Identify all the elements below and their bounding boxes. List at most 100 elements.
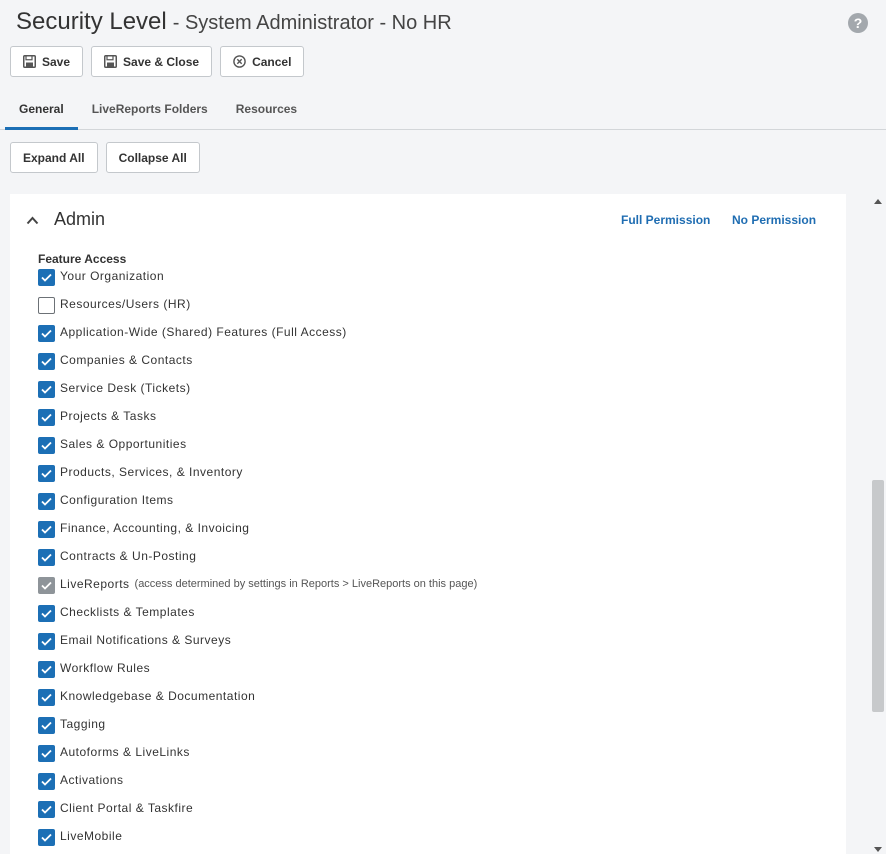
chevron-up-icon[interactable] [26,212,39,230]
feature-checkbox[interactable] [38,801,55,818]
checkmark-icon [41,805,52,814]
feature-checkbox[interactable] [38,745,55,762]
feature-access-item: Sales & Opportunities [38,437,838,465]
feature-label: Application-Wide (Shared) Features (Full… [60,325,347,339]
feature-label: Finance, Accounting, & Invoicing [60,521,250,535]
page-title: Security Level [16,8,167,35]
feature-access-item: Contracts & Un-Posting [38,549,838,577]
feature-checkbox[interactable] [38,661,55,678]
feature-label: Email Notifications & Surveys [60,633,232,647]
checkmark-icon [41,357,52,366]
cancel-button[interactable]: Cancel [220,46,305,77]
feature-access-item: Products, Services, & Inventory [38,465,838,493]
checkmark-icon [41,749,52,758]
admin-section-header: Admin Full Permission No Permission [10,194,846,242]
feature-label: Sales & Opportunities [60,437,187,451]
feature-checkbox[interactable] [38,493,55,510]
scrollbar-thumb[interactable] [872,480,884,712]
feature-checkbox[interactable] [38,521,55,538]
feature-access-item: Resources/Users (HR) [38,297,838,325]
feature-access-list: Your Organization Resources/Users (HR) App… [38,269,838,854]
feature-checkbox[interactable] [38,269,55,286]
feature-checkbox[interactable] [38,465,55,482]
feature-label: Products, Services, & Inventory [60,465,243,479]
feature-checkbox[interactable] [38,297,55,314]
feature-access-item: LiveMobile [38,829,838,854]
feature-label: LiveReports [60,577,130,591]
feature-note: (access determined by settings in Report… [134,578,478,590]
checkmark-icon [41,665,52,674]
feature-checkbox[interactable] [38,689,55,706]
feature-access-item: Tagging [38,717,838,745]
feature-label: Configuration Items [60,493,174,507]
checkmark-icon [41,413,52,422]
save-close-button[interactable]: Save & Close [91,46,213,77]
feature-access-item: Service Desk (Tickets) [38,381,838,409]
save-button[interactable]: Save [10,46,84,77]
feature-checkbox[interactable] [38,633,55,650]
save-button-label: Save [42,54,71,69]
feature-label: Service Desk (Tickets) [60,381,191,395]
page-title-bar: Security Level - System Administrator - … [16,8,452,38]
checkmark-icon [41,441,52,450]
feature-label: LiveMobile [60,829,123,843]
collapse-all-button[interactable]: Collapse All [105,142,200,173]
feature-label: Workflow Rules [60,661,151,675]
checkmark-icon [41,525,52,534]
circle-x-icon [233,55,246,68]
expand-collapse-controls: Expand All Collapse All [10,142,200,173]
feature-access-item: Your Organization [38,269,838,297]
section-title: Admin [54,209,106,229]
no-permission-link[interactable]: No Permission [732,213,816,227]
feature-label: Companies & Contacts [60,353,193,367]
feature-label: Your Organization [60,269,165,283]
feature-access-item: Autoforms & LiveLinks [38,745,838,773]
feature-label: Resources/Users (HR) [60,297,191,311]
feature-label: Tagging [60,717,106,731]
feature-checkbox[interactable] [38,549,55,566]
feature-access-item: Configuration Items [38,493,838,521]
feature-checkbox[interactable] [38,605,55,622]
feature-checkbox[interactable] [38,773,55,790]
floppy-disk-icon [23,55,36,68]
checkmark-icon [41,273,52,282]
tab-livereports-folders[interactable]: LiveReports Folders [78,94,222,130]
feature-access-item: LiveReports (access determined by setting… [38,577,838,605]
feature-access-item: Email Notifications & Surveys [38,633,838,661]
feature-checkbox[interactable] [38,717,55,734]
tab-resources[interactable]: Resources [222,94,311,130]
scroll-down-arrow-icon[interactable] [874,840,882,854]
feature-label: Activations [60,773,124,787]
feature-checkbox[interactable] [38,381,55,398]
expand-all-button[interactable]: Expand All [10,142,98,173]
feature-access-item: Finance, Accounting, & Invoicing [38,521,838,549]
feature-checkbox[interactable] [38,409,55,426]
feature-checkbox[interactable] [38,353,55,370]
checkmark-icon [41,497,52,506]
feature-label: Client Portal & Taskfire [60,801,194,815]
floppy-disk-icon [104,55,118,68]
feature-label: Contracts & Un-Posting [60,549,197,563]
tab-general[interactable]: General [5,94,78,130]
tab-bar: General LiveReports Folders Resources [0,94,886,130]
page-subtitle: - System Administrator - No HR [172,12,452,34]
question-circle-icon[interactable]: ? [848,13,868,33]
feature-checkbox[interactable] [38,437,55,454]
feature-access-label: Feature Access [38,252,127,266]
checkmark-icon [41,777,52,786]
scrollbar[interactable] [872,190,884,854]
full-permission-link[interactable]: Full Permission [621,213,710,227]
feature-checkbox[interactable] [38,325,55,342]
feature-access-item: Checklists & Templates [38,605,838,633]
admin-section-panel: Admin Full Permission No Permission Feat… [10,194,846,854]
feature-access-item: Projects & Tasks [38,409,838,437]
checkmark-icon [41,553,52,562]
feature-label: Autoforms & LiveLinks [60,745,190,759]
checkmark-icon [41,609,52,618]
toolbar: Save Save & Close Cancel [10,46,305,77]
feature-checkbox[interactable] [38,829,55,846]
feature-access-item: Workflow Rules [38,661,838,689]
feature-label: Knowledgebase & Documentation [60,689,256,703]
scroll-up-arrow-icon[interactable] [874,192,882,210]
checkmark-icon [41,581,52,590]
